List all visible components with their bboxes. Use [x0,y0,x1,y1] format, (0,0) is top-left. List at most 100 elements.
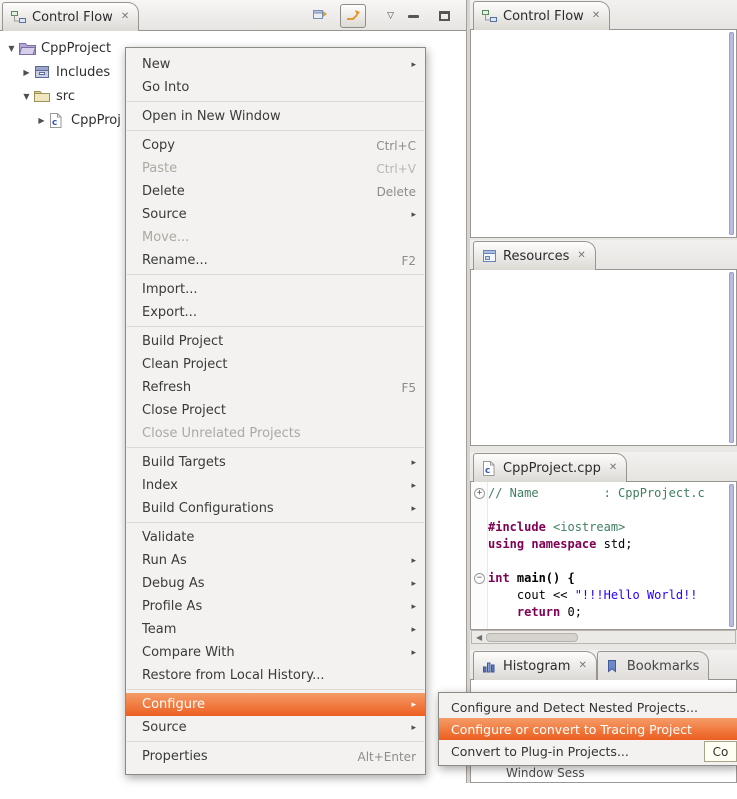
menu-item-export[interactable]: Export... [126,301,425,324]
tab-control-flow[interactable]: Control Flow ✕ [2,2,139,31]
menu-item-label: Index [142,478,178,493]
submenu-arrow-icon: ▸ [408,625,416,635]
menu-item-paste: PasteCtrl+V [126,157,425,180]
menu-item-import[interactable]: Import... [126,278,425,301]
tab-label: Resources [503,249,569,264]
close-icon[interactable]: ✕ [577,251,585,261]
fold-expand-icon[interactable]: + [471,485,488,502]
menu-item-source-2[interactable]: Source▸ [126,716,425,739]
link-with-editor-button[interactable] [307,4,333,28]
close-icon[interactable]: ✕ [609,463,617,473]
scrollbar-thumb[interactable] [486,633,578,642]
code-token [546,520,553,534]
menu-item-rename[interactable]: Rename...F2 [126,249,425,272]
view-menu-icon[interactable]: ▽ [387,11,394,21]
menu-item-label: Compare With [142,645,235,660]
tab-bookmarks[interactable]: Bookmarks [597,651,710,680]
menu-item-build-project[interactable]: Build Project [126,330,425,353]
code-editor[interactable]: +// Name : CppProject.c#include <iostrea… [470,482,737,630]
menu-item-new[interactable]: New▸ [126,53,425,76]
code-line: return 0; [471,604,736,621]
menu-item-open-in-new-window[interactable]: Open in New Window [126,105,425,128]
submenu-arrow-icon: ▸ [408,700,416,710]
menu-item-team[interactable]: Team▸ [126,618,425,641]
vertical-scrollbar[interactable] [729,32,734,235]
submenu-arrow-icon: ▸ [408,723,416,733]
menu-item-run-as[interactable]: Run As▸ [126,549,425,572]
focus-on-selection-button[interactable] [340,4,366,28]
menu-item-label: Run As [142,553,187,568]
menu-item-label: Validate [142,530,194,545]
code-text: int main() { [488,570,575,587]
control-flow-view-icon [11,10,27,25]
submenu-item-configure-and-detect-nested-projects[interactable]: Configure and Detect Nested Projects... [439,696,737,718]
menu-item-build-targets[interactable]: Build Targets▸ [126,451,425,474]
menu-item-label: Properties [142,749,208,764]
menu-item-clean-project[interactable]: Clean Project [126,353,425,376]
menu-item-label: Build Targets [142,455,226,470]
menu-item-go-into[interactable]: Go Into [126,76,425,99]
fold-margin-cell [471,519,488,536]
menu-item-index[interactable]: Index ▸ [126,474,425,497]
menu-item-compare-with[interactable]: Compare With▸ [126,641,425,664]
tree-caret-icon[interactable]: ▼ [19,92,34,101]
fold-margin-cell [471,604,488,621]
control-flow-content [470,30,737,238]
tree-caret-icon[interactable]: ▼ [4,44,19,53]
menu-item-profile-as[interactable]: Profile As▸ [126,595,425,618]
tab-label: Bookmarks [627,659,700,674]
code-token: #include [488,520,546,534]
menu-item-close-unrelated-projects: Close Unrelated Projects [126,422,425,445]
code-token: cout << [488,588,575,602]
tab-resources[interactable]: Resources ✕ [473,241,596,270]
menu-item-label: Delete [142,184,185,199]
menu-item-build-configurations[interactable]: Build Configurations▸ [126,497,425,520]
minimize-button[interactable] [401,5,425,27]
menu-item-copy[interactable]: CopyCtrl+C [126,134,425,157]
close-icon[interactable]: ✕ [578,661,586,671]
code-token: return [517,605,560,619]
menu-item-debug-as[interactable]: Debug As▸ [126,572,425,595]
menu-item-restore-from-local-history[interactable]: Restore from Local History... [126,664,425,687]
menu-shortcut: Delete [377,185,416,199]
menu-item-label: Rename... [142,253,208,268]
configure-submenu: Configure and Detect Nested Projects... C… [438,692,737,766]
tab-label: Control Flow [32,10,113,25]
horizontal-scrollbar[interactable]: ◀ [471,630,736,644]
menu-item-refresh[interactable]: RefreshF5 [126,376,425,399]
tab-histogram[interactable]: Histogram ✕ [473,651,597,680]
maximize-button[interactable] [432,5,456,27]
histogram-icon [482,659,498,674]
menu-item-label: Import... [142,282,198,297]
tab-cppproject-cpp[interactable]: c CppProject.cpp ✕ [473,453,627,482]
scroll-left-icon[interactable]: ◀ [472,633,486,642]
close-icon[interactable]: ✕ [121,12,129,22]
tree-caret-icon[interactable]: ▶ [19,68,34,77]
submenu-arrow-icon: ▸ [408,481,416,491]
code-area[interactable]: +// Name : CppProject.c#include <iostrea… [471,482,736,629]
code-line: −int main() { [471,570,736,587]
submenu-item-configure-or-convert-to-tracing-project[interactable]: Configure or convert to Tracing Project [439,718,737,740]
resources-tabbar: Resources ✕ [470,240,737,270]
submenu-item-label: Configure or convert to Tracing Project [451,722,692,737]
menu-item-label: Configure [142,697,205,712]
close-icon[interactable]: ✕ [592,11,600,21]
menu-item-move: Move... [126,226,425,249]
menu-item-delete[interactable]: Delete Delete [126,180,425,203]
menu-item-validate[interactable]: Validate [126,526,425,549]
eclipse-window: Control Flow ✕ ▽ ▼CppProject▶Includes▼sr… [0,0,737,799]
code-text: using namespace std; [488,536,633,553]
menu-item-source[interactable]: Source▸ [126,203,425,226]
window-session-label-fragment: Window Sess [506,766,585,780]
menu-item-configure[interactable]: Configure ▸ [126,693,425,716]
menu-item-close-project[interactable]: Close Project [126,399,425,422]
tree-caret-icon[interactable]: ▶ [34,116,49,125]
menu-item-label: Source [142,207,187,222]
menu-item-label: Go Into [142,80,189,95]
fold-collapse-icon[interactable]: − [471,570,488,587]
menu-item-properties[interactable]: PropertiesAlt+Enter [126,745,425,768]
vertical-scrollbar[interactable] [729,272,734,443]
submenu-item-convert-to-plug-in-projects[interactable]: Convert to Plug-in Projects... [439,740,737,762]
tab-control-flow-right[interactable]: Control Flow ✕ [473,1,610,30]
menu-item-label: Export... [142,305,197,320]
